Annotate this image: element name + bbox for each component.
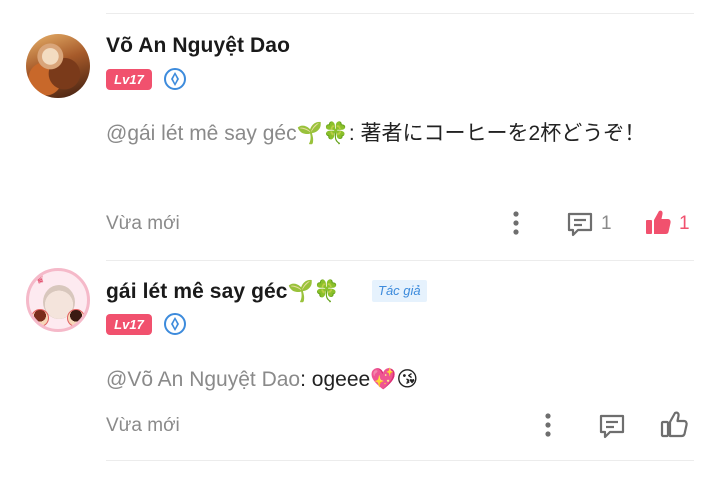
- more-vertical-icon[interactable]: [541, 412, 555, 438]
- top-divider: [106, 13, 694, 14]
- avatar[interactable]: [26, 34, 90, 98]
- verified-badge-icon: [164, 313, 186, 335]
- comment-divider: [106, 260, 694, 261]
- thumbs-up-icon[interactable]: [643, 207, 673, 237]
- avatar-decoration: [67, 309, 85, 327]
- avatar[interactable]: ♛: [26, 268, 90, 332]
- avatar-decoration: [31, 309, 49, 327]
- comment-body: : 著者にコーヒーを2杯どうぞ！: [348, 122, 646, 145]
- level-badge: Lv17: [106, 314, 152, 335]
- reply-count: 1: [601, 213, 612, 234]
- timestamp: Vừa mới: [106, 213, 180, 234]
- verified-badge-icon: [164, 68, 186, 90]
- level-badge: Lv17: [106, 69, 152, 90]
- username-text: gái lét mê say géc🌱🍀: [106, 280, 341, 303]
- comment-icon[interactable]: [565, 209, 595, 239]
- mention-link[interactable]: @Võ An Nguyệt Dao: [106, 368, 300, 391]
- bottom-divider: [106, 460, 694, 461]
- comment-text: @Võ An Nguyệt Dao: ogeee💖😘: [106, 360, 696, 400]
- mention-link[interactable]: @gái lét mê say géc🌱🍀: [106, 122, 349, 145]
- comment-icon[interactable]: [597, 411, 627, 441]
- username[interactable]: Võ An Nguyệt Dao: [106, 34, 290, 58]
- timestamp: Vừa mới: [106, 415, 180, 436]
- comment-text: @gái lét mê say géc🌱🍀: 著者にコーヒーを2杯どうぞ！: [106, 114, 696, 154]
- crown-icon: ♛: [33, 272, 47, 288]
- thumbs-up-icon[interactable]: [659, 409, 689, 439]
- username[interactable]: gái lét mê say géc🌱🍀: [106, 280, 340, 304]
- like-count: 1: [679, 213, 690, 234]
- comment-body: : ogeee💖😘: [300, 368, 419, 391]
- more-vertical-icon[interactable]: [509, 210, 523, 236]
- author-tag: Tác giả: [372, 280, 427, 302]
